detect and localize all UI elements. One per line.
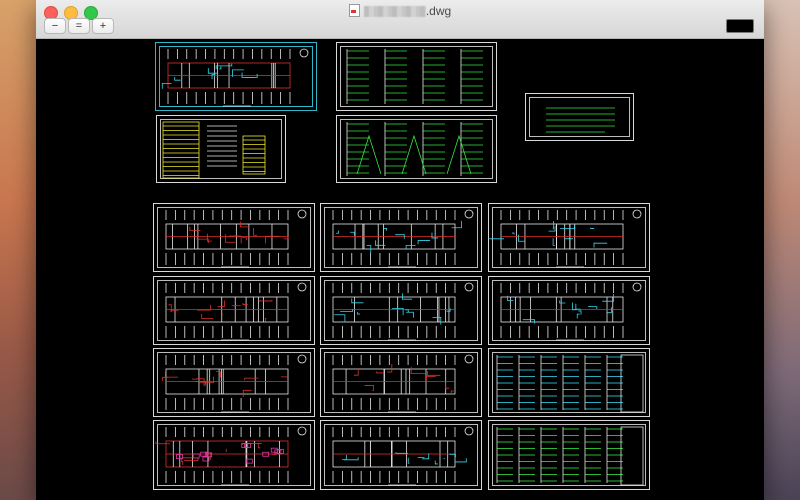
drawing-canvas[interactable] xyxy=(36,39,764,500)
window-title-extension: .dwg xyxy=(425,4,452,18)
sheet-linework xyxy=(332,354,474,413)
sheet-linework xyxy=(546,107,615,133)
drawing-sheet[interactable] xyxy=(153,203,315,272)
drawing-sheet[interactable] xyxy=(320,276,482,345)
sheet-linework xyxy=(165,209,307,268)
sheet-linework xyxy=(496,426,644,486)
desktop-wallpaper-left xyxy=(0,0,36,500)
dwg-file-icon xyxy=(348,4,360,17)
sheet-linework xyxy=(332,282,474,341)
drawing-sheet[interactable] xyxy=(153,420,315,490)
drawing-sheet[interactable] xyxy=(153,276,315,345)
drawing-sheet[interactable] xyxy=(488,348,650,417)
sheet-linework xyxy=(332,426,474,486)
zoom-actual-button[interactable]: = xyxy=(68,18,90,34)
drawing-sheet[interactable] xyxy=(488,420,650,490)
drawing-sheet[interactable] xyxy=(488,276,650,345)
drawing-sheet[interactable] xyxy=(320,348,482,417)
zoom-actual-icon: = xyxy=(75,20,83,32)
drawing-sheet[interactable] xyxy=(153,348,315,417)
quicklook-window: .dwg − = + xyxy=(36,0,764,500)
window-title: .dwg xyxy=(36,3,764,19)
sheet-linework xyxy=(165,282,307,341)
zoom-in-icon: + xyxy=(99,20,107,32)
drawing-sheet[interactable] xyxy=(525,93,634,141)
zoom-out-button[interactable]: − xyxy=(44,18,66,34)
drawing-sheet[interactable] xyxy=(320,203,482,272)
zoom-out-icon: − xyxy=(51,20,59,32)
drawing-sheet[interactable] xyxy=(320,420,482,490)
zoom-in-button[interactable]: + xyxy=(92,18,114,34)
drawing-sheet[interactable] xyxy=(336,115,497,183)
title-bar: .dwg − = + xyxy=(36,0,764,39)
desktop-wallpaper-right xyxy=(764,0,800,500)
drawing-sheet[interactable] xyxy=(155,42,317,111)
redacted-filename xyxy=(363,6,426,17)
sheet-linework xyxy=(161,48,309,107)
share-button[interactable] xyxy=(726,19,754,33)
drawing-sheet[interactable] xyxy=(336,42,497,111)
sheet-linework xyxy=(500,282,642,341)
sheet-linework xyxy=(162,121,266,179)
sheet-linework xyxy=(346,122,483,176)
sheet-linework xyxy=(496,354,644,413)
sheet-linework xyxy=(489,209,642,268)
drawing-sheet[interactable] xyxy=(488,203,650,272)
sheet-linework xyxy=(332,209,474,268)
sheet-linework xyxy=(155,426,307,486)
sheet-linework xyxy=(162,354,307,413)
sheet-linework xyxy=(346,49,483,104)
drawing-sheet[interactable] xyxy=(156,115,286,183)
